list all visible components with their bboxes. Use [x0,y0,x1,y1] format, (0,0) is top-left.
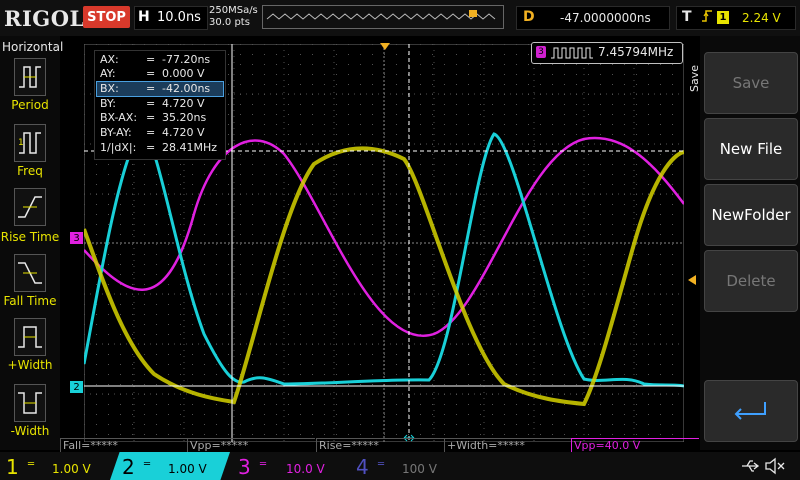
ch2-offset-marker[interactable]: 2 [70,381,83,393]
delete-button[interactable]: Delete [704,250,798,312]
return-arrow-icon [734,402,766,420]
memory-window [262,5,504,29]
ch2-coupling-icon: ═ [144,459,151,470]
cursor-row: BY: = 4.720 V [100,97,205,110]
trigger-source: 1 [717,11,729,24]
measurement-rise[interactable]: Rise=***** [316,438,444,453]
freq-counter-channel: 3 [536,46,546,58]
ch3-number[interactable]: 3 [238,455,251,479]
measurement-vpp-ch3[interactable]: Vpp=40.0 V [571,438,699,453]
timebase-value: 10.0ns [157,10,201,25]
ch3-scale[interactable]: 10.0 V [286,462,325,476]
menu-label-period: Period [11,98,49,112]
freq-counter-value: 7.45794MHz [598,45,674,59]
ch1-scale[interactable]: 1.00 V [52,462,91,476]
speaker-muted-icon[interactable] [764,456,786,480]
trigger-level: 2.24 V [742,11,781,25]
period-icon[interactable] [14,58,46,96]
cursor-row: AY: = 0.000 V [100,67,205,80]
new-folder-button[interactable]: NewFolder [704,184,798,246]
delay-value: -47.0000000ns [560,11,651,25]
left-menu-title: Horizontal [2,40,64,54]
menu-label-positive-width: +Width [7,358,53,372]
ch2-number[interactable]: 2 [122,455,135,479]
run-stop-indicator[interactable]: STOP [83,6,130,28]
cursor-row: BY-AY: = 4.720 V [100,126,205,139]
ch4-number[interactable]: 4 [356,455,369,479]
save-button[interactable]: Save [704,52,798,114]
ch3-coupling-icon: ═ [260,459,267,470]
brand-logo: RIGOL [4,6,85,31]
freq-icon[interactable]: 1 [14,124,46,162]
trigger-label: T [682,9,692,25]
menu-label-negative-width: -Width [10,424,50,438]
usb-icon [740,458,760,478]
return-button[interactable] [704,380,798,442]
measurement-fall[interactable]: Fall=***** [60,438,188,453]
measurement-vpp[interactable]: Vpp=***** [187,438,315,453]
svg-text:1: 1 [18,138,24,148]
negative-width-icon[interactable] [14,384,46,422]
sample-rate: 250MSa/s [209,5,258,16]
memory-depth: 30.0 pts [209,17,250,28]
timebase-label: H [138,9,150,25]
ch1-coupling-icon: ═ [28,459,35,470]
ch1-number[interactable]: 1 [6,455,19,479]
cursor-row: 1/|dX|: = 28.41MHz [100,141,218,154]
delay-label: D [523,9,535,25]
menu-label-fall-time: Fall Time [3,294,57,308]
trigger-position-marker [380,36,390,55]
ch4-coupling-icon: ═ [378,459,385,470]
ch3-offset-marker[interactable]: 3 [70,232,83,244]
cursor-row: BX-AX: = 35.20ns [100,111,207,124]
new-file-button[interactable]: New File [704,118,798,180]
positive-width-icon[interactable] [14,318,46,356]
right-menu-title: Save [688,64,701,92]
cursor-row: AX: = -77.20ns [100,53,211,66]
measurement-positive-width[interactable]: +Width=***** [444,438,572,453]
menu-label-rise-time: Rise Time [0,230,60,244]
menu-label-freq: Freq [17,164,43,178]
ch2-scale[interactable]: 1.00 V [168,462,207,476]
rise-time-icon[interactable] [14,188,46,226]
fall-time-icon[interactable] [14,254,46,292]
cursor-row: BX: = -42.00ns [100,82,211,95]
rising-edge-icon [701,8,713,28]
trigger-level-marker [686,270,696,289]
square-wave-icon [550,45,594,64]
ch4-scale[interactable]: 100 V [402,462,437,476]
